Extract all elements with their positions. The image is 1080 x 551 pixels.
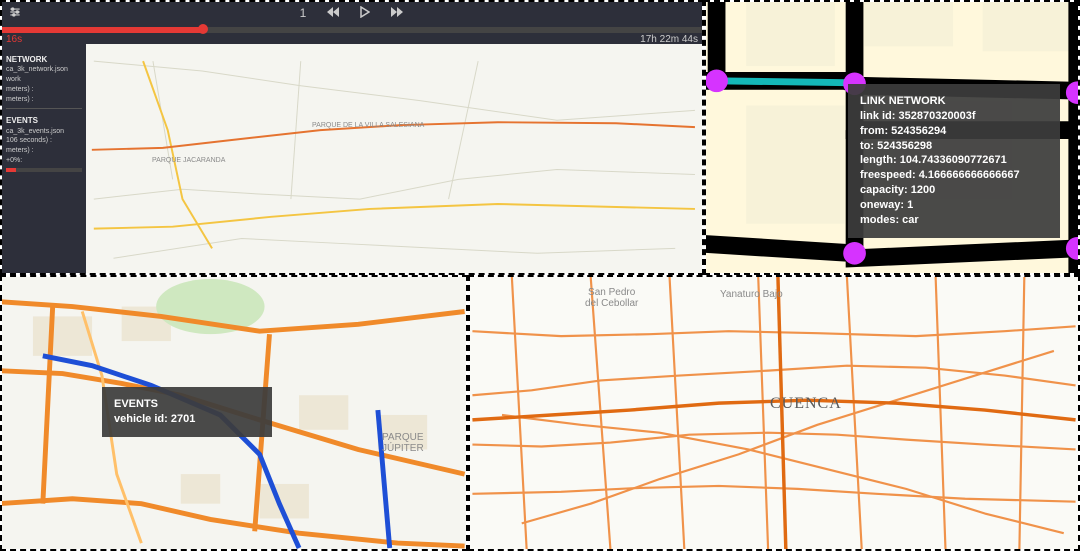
map-label-sanpedro: San Pedro del Cebollar bbox=[585, 287, 638, 309]
play-icon[interactable] bbox=[360, 6, 370, 21]
city-label-cuenca: CUENCA bbox=[770, 395, 842, 413]
map-label-yanaturo: Yanaturo Bajo bbox=[720, 289, 783, 300]
tooltip-title: LINK NETWORK bbox=[860, 94, 1048, 109]
panel-city-overview: CUENCA San Pedro del Cebollar Yanaturo B… bbox=[468, 275, 1080, 551]
rewind-icon[interactable] bbox=[326, 6, 340, 21]
settings-icon[interactable] bbox=[8, 5, 22, 22]
toolbar: 1 bbox=[2, 2, 702, 24]
map-label-jacaranda: PARQUE JACARANDA bbox=[152, 157, 225, 164]
panel-simulation-player: PARQUE DE LA VILLA SALESIANA PARQUE JACA… bbox=[0, 0, 704, 275]
timeline-knob[interactable] bbox=[198, 24, 208, 34]
sidebar-network-title: NETWORK bbox=[6, 54, 82, 65]
tooltip-link-network: LINK NETWORK link id: 352870320003f from… bbox=[848, 84, 1060, 238]
timeline[interactable]: 16s 17h 22m 44s bbox=[2, 24, 702, 44]
panel-events: PARQUE JÚPITER EVENTS vehicle id: 2701 bbox=[0, 275, 468, 551]
map-label-jupiter: PARQUE JÚPITER bbox=[382, 432, 466, 454]
playback-speed: 1 bbox=[300, 6, 307, 20]
sidebar-events-title: EVENTS bbox=[6, 115, 82, 126]
sidebar: NETWORK ca_3k_network.json work meters) … bbox=[2, 44, 86, 273]
time-total: 17h 22m 44s bbox=[640, 34, 698, 45]
city-map bbox=[470, 277, 1078, 549]
tooltip-title: EVENTS bbox=[114, 397, 260, 412]
forward-icon[interactable] bbox=[390, 6, 404, 21]
time-current: 16s bbox=[6, 34, 22, 45]
tooltip-events: EVENTS vehicle id: 2701 bbox=[102, 387, 272, 437]
panel-link-network: LINK NETWORK link id: 352870320003f from… bbox=[704, 0, 1080, 275]
map-label-salesiana: PARQUE DE LA VILLA SALESIANA bbox=[312, 122, 424, 129]
